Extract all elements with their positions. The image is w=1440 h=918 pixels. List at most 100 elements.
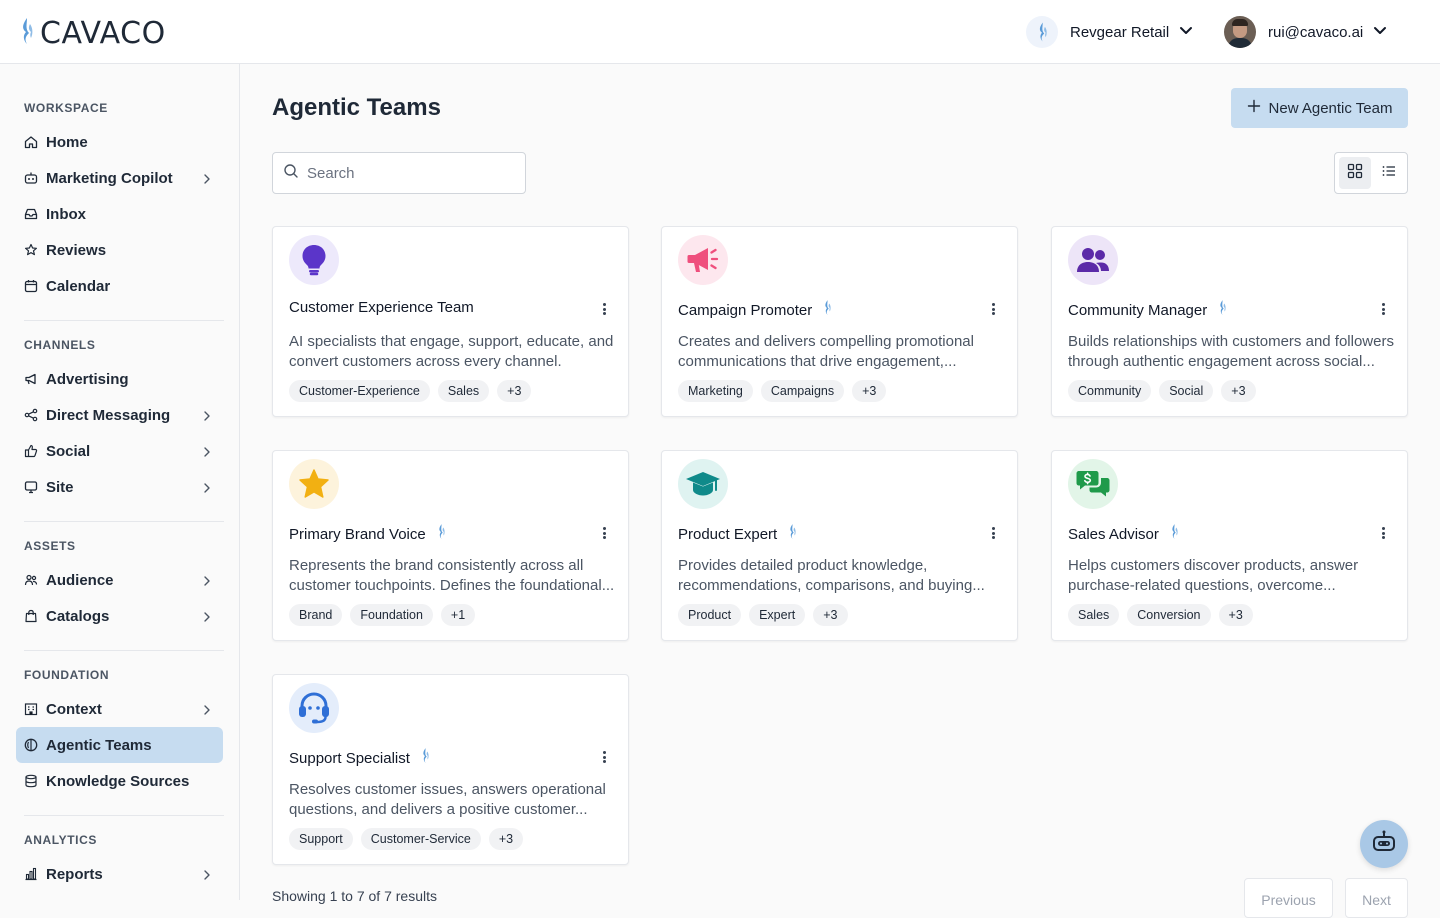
divider bbox=[24, 650, 224, 651]
tag-chip[interactable]: Customer-Service bbox=[360, 828, 481, 850]
bar-chart-icon bbox=[24, 867, 38, 881]
user-email: rui@cavaco.ai bbox=[1268, 23, 1364, 41]
sidebar-item-knowledge-sources[interactable]: Knowledge Sources bbox=[16, 763, 223, 799]
org-switcher[interactable]: Revgear Retail bbox=[1026, 16, 1193, 48]
flame-icon bbox=[822, 299, 832, 321]
agentic-team-card[interactable]: Community Manager Builds relationships w… bbox=[1051, 226, 1408, 417]
card-description: AI specialists that engage, support, edu… bbox=[289, 333, 614, 370]
tag-chip[interactable]: Conversion bbox=[1127, 604, 1211, 626]
tag-chip[interactable]: Customer-Experience bbox=[289, 380, 430, 402]
list-view-button[interactable] bbox=[1373, 157, 1405, 189]
card-tags: Product Expert +3 bbox=[678, 604, 848, 626]
sidebar-item-label: Catalogs bbox=[46, 607, 110, 625]
agentic-team-card[interactable]: Support Specialist Resolves customer iss… bbox=[272, 674, 629, 865]
monitor-icon bbox=[24, 480, 38, 494]
more-options-icon[interactable] bbox=[598, 749, 610, 765]
headset-icon bbox=[289, 683, 339, 733]
more-options-icon[interactable] bbox=[598, 525, 610, 541]
sidebar-item-label: Site bbox=[46, 478, 74, 496]
card-title: Product Expert bbox=[678, 525, 778, 543]
tag-chip[interactable]: Marketing bbox=[678, 380, 753, 402]
chevron-down-icon bbox=[1373, 23, 1387, 42]
sidebar-item-context[interactable]: Context bbox=[16, 691, 223, 727]
agentic-team-card[interactable]: Customer Experience Team AI specialists … bbox=[272, 226, 629, 417]
tag-chip[interactable]: +3 bbox=[488, 828, 524, 850]
sidebar-item-catalogs[interactable]: Catalogs bbox=[16, 598, 223, 634]
grid-view-button[interactable] bbox=[1339, 157, 1371, 189]
tag-chip[interactable]: +1 bbox=[440, 604, 476, 626]
sidebar-item-audience[interactable]: Audience bbox=[16, 562, 223, 598]
sidebar-item-agentic-teams[interactable]: Agentic Teams bbox=[16, 727, 223, 763]
tag-chip[interactable]: Expert bbox=[749, 604, 806, 626]
tag-chip[interactable]: Sales bbox=[1068, 604, 1120, 626]
tag-chip[interactable]: Brand bbox=[289, 604, 343, 626]
tag-chip[interactable]: Sales bbox=[437, 380, 490, 402]
divider bbox=[24, 815, 224, 816]
card-description: Builds relationships with customers and … bbox=[1068, 333, 1394, 370]
tag-chip[interactable]: +3 bbox=[852, 380, 887, 402]
agentic-team-card[interactable]: Sales Advisor Helps customers discover p… bbox=[1051, 450, 1408, 641]
flame-icon bbox=[436, 523, 446, 545]
more-options-icon[interactable] bbox=[987, 301, 999, 317]
sidebar-item-label: Audience bbox=[46, 571, 114, 589]
previous-button[interactable]: Previous bbox=[1244, 878, 1333, 918]
sidebar-item-label: Marketing Copilot bbox=[46, 169, 173, 187]
search-input[interactable] bbox=[307, 164, 507, 182]
sidebar-item-inbox[interactable]: Inbox bbox=[16, 196, 223, 232]
tag-chip[interactable]: +3 bbox=[813, 604, 848, 626]
tag-chip[interactable]: +3 bbox=[1221, 380, 1256, 402]
tag-chip[interactable]: Support bbox=[289, 828, 353, 850]
tag-chip[interactable]: Product bbox=[678, 604, 742, 626]
more-options-icon[interactable] bbox=[1377, 301, 1389, 317]
sidebar-item-label: Inbox bbox=[46, 205, 86, 223]
grid-icon bbox=[1347, 163, 1363, 184]
logo[interactable]: CAVACO bbox=[18, 16, 166, 51]
more-options-icon[interactable] bbox=[1377, 525, 1389, 541]
user-menu[interactable]: rui@cavaco.ai bbox=[1224, 16, 1387, 48]
users-icon bbox=[1068, 235, 1118, 285]
card-tags: Sales Conversion +3 bbox=[1068, 604, 1253, 626]
sidebar-item-reports[interactable]: Reports bbox=[16, 856, 223, 892]
chevron-right-icon bbox=[201, 868, 213, 886]
sidebar-item-calendar[interactable]: Calendar bbox=[16, 268, 223, 304]
tag-chip[interactable]: Community bbox=[1068, 380, 1152, 402]
card-description: Provides detailed product knowledge, rec… bbox=[678, 557, 985, 594]
flame-icon bbox=[787, 523, 797, 545]
agentic-team-card[interactable]: Campaign Promoter Creates and delivers c… bbox=[661, 226, 1018, 417]
results-count: Showing 1 to 7 of 7 results bbox=[272, 888, 437, 904]
tag-chip[interactable]: +3 bbox=[1218, 604, 1253, 626]
top-bar: CAVACO Revgear Retail rui@cavaco.ai bbox=[0, 0, 1440, 64]
sidebar-item-reviews[interactable]: Reviews bbox=[16, 232, 223, 268]
sidebar-item-social[interactable]: Social bbox=[16, 433, 223, 469]
sidebar-item-label: Agentic Teams bbox=[46, 736, 152, 754]
sidebar-item-home[interactable]: Home bbox=[16, 124, 223, 160]
card-title: Campaign Promoter bbox=[678, 301, 813, 319]
money-chat-icon bbox=[1068, 459, 1118, 509]
agentic-team-card[interactable]: Primary Brand Voice Represents the brand… bbox=[272, 450, 629, 641]
bot-icon bbox=[24, 171, 38, 185]
sidebar-item-marketing-copilot[interactable]: Marketing Copilot bbox=[16, 160, 223, 196]
next-button[interactable]: Next bbox=[1345, 878, 1408, 918]
flame-logo-icon bbox=[18, 16, 34, 51]
sidebar-item-advertising[interactable]: Advertising bbox=[16, 361, 223, 397]
sidebar-item-label: Reports bbox=[46, 865, 103, 883]
org-name: Revgear Retail bbox=[1070, 23, 1170, 41]
chevron-right-icon bbox=[201, 481, 213, 499]
card-title-row: Primary Brand Voice bbox=[289, 523, 446, 545]
more-options-icon[interactable] bbox=[987, 525, 999, 541]
tag-chip[interactable]: Foundation bbox=[350, 604, 433, 626]
tag-chip[interactable]: Campaigns bbox=[760, 380, 845, 402]
chevron-right-icon bbox=[201, 574, 213, 592]
sidebar-item-direct-messaging[interactable]: Direct Messaging bbox=[16, 397, 223, 433]
new-agentic-team-button[interactable]: New Agentic Team bbox=[1231, 88, 1408, 128]
sidebar-item-label: Context bbox=[46, 700, 102, 718]
tag-chip[interactable]: +3 bbox=[497, 380, 532, 402]
chevron-right-icon bbox=[201, 610, 213, 628]
graduation-cap-icon bbox=[678, 459, 728, 509]
agentic-team-card[interactable]: Product Expert Provides detailed product… bbox=[661, 450, 1018, 641]
section-title-analytics: ANALYTICS bbox=[24, 833, 97, 847]
tag-chip[interactable]: Social bbox=[1159, 380, 1214, 402]
sidebar-item-site[interactable]: Site bbox=[16, 469, 223, 505]
more-options-icon[interactable] bbox=[598, 301, 610, 317]
assistant-chat-button[interactable] bbox=[1360, 820, 1408, 868]
